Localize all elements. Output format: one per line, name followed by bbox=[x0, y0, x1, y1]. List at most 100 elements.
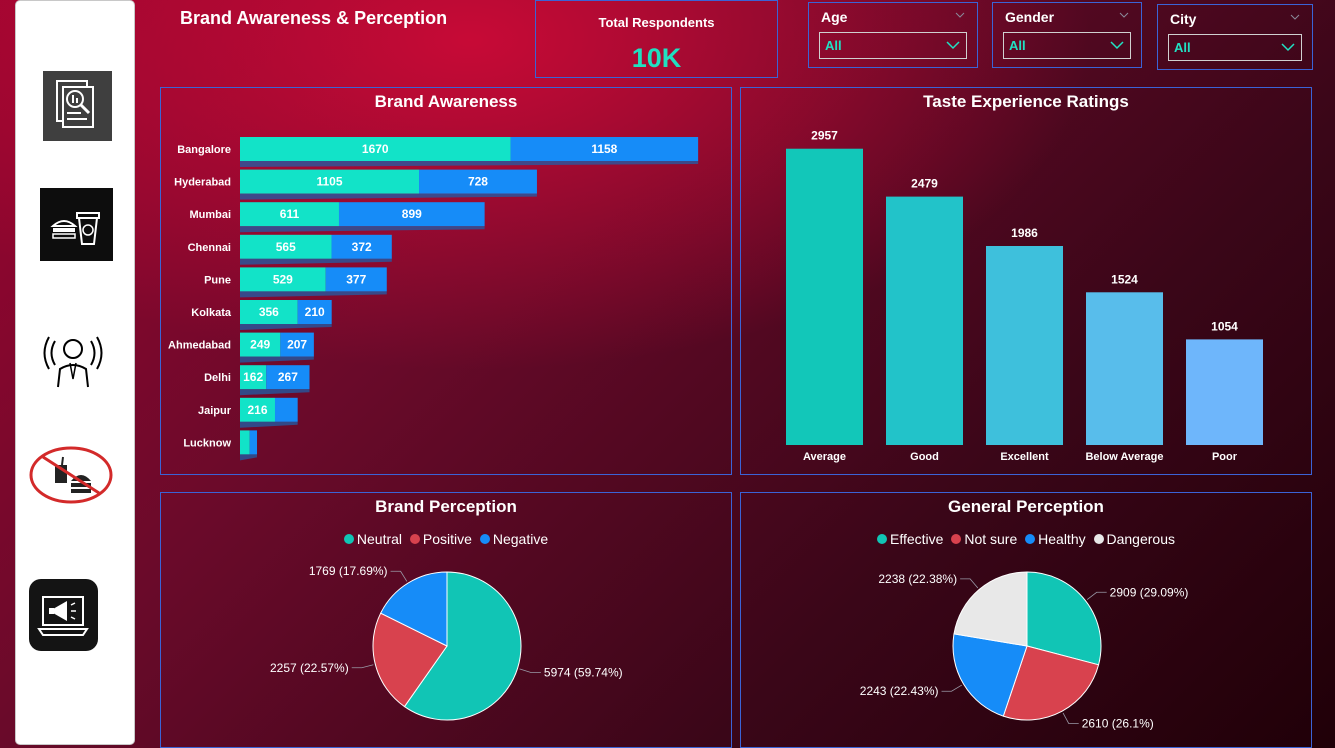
taste-ratings-chart: 2957 Average 2479 Good 1986 Excellent 1524 Belo… bbox=[786, 129, 1263, 463]
leader-line bbox=[960, 578, 979, 589]
no-fast-food-icon[interactable] bbox=[29, 445, 113, 505]
category-label: Chennai bbox=[188, 242, 231, 254]
data-label: 1769 (17.69%) bbox=[309, 564, 388, 578]
leader-line bbox=[351, 664, 374, 669]
slicer-title-city: City bbox=[1170, 11, 1197, 27]
bar-shadow bbox=[240, 324, 332, 330]
bar bbox=[240, 430, 250, 455]
category-label: Mumbai bbox=[189, 209, 231, 221]
data-label: 565 bbox=[276, 240, 296, 254]
data-label: 728 bbox=[468, 175, 488, 189]
data-label: 2610 (26.1%) bbox=[1082, 716, 1154, 730]
taste-ratings-panel: Taste Experience Ratings 2957 Average 2479… bbox=[740, 87, 1312, 475]
age-slicer: Age All bbox=[808, 2, 978, 68]
broadcast-person-icon[interactable] bbox=[38, 329, 108, 391]
bar bbox=[886, 196, 963, 445]
chevron-down-icon[interactable] bbox=[955, 10, 965, 20]
data-label: 1670 bbox=[362, 142, 389, 156]
brand-perception-panel: Brand Perception Neutral Positive Negati… bbox=[160, 492, 732, 748]
chevron-down-icon bbox=[1281, 43, 1295, 52]
leader-line bbox=[519, 668, 541, 673]
pie-slice bbox=[953, 571, 1028, 647]
data-label: 216 bbox=[247, 403, 267, 417]
bar-shadow bbox=[240, 421, 298, 428]
kpi-value: 10K bbox=[631, 43, 682, 73]
bar bbox=[274, 397, 298, 422]
general-perception-panel: General Perception Effective Not sure He… bbox=[740, 492, 1312, 748]
bar bbox=[1086, 292, 1163, 445]
data-label: 2257 (22.57%) bbox=[270, 661, 349, 675]
bar-shadow bbox=[240, 161, 699, 167]
data-label: 1986 bbox=[1011, 226, 1038, 240]
bar bbox=[986, 246, 1063, 445]
category-label: Below Average bbox=[1085, 451, 1163, 463]
gender-slicer: Gender All bbox=[992, 2, 1142, 68]
general-perception-pie: 2909 (29.09%) 2610 (26.1%) 2243 (22.43%) 22… bbox=[860, 571, 1189, 730]
kpi-card-total-respondents: Total Respondents 10K bbox=[535, 0, 778, 78]
bar-shadow bbox=[240, 226, 485, 233]
chevron-down-icon bbox=[946, 41, 960, 50]
data-label: 162 bbox=[243, 370, 263, 384]
city-dropdown[interactable]: All bbox=[1168, 34, 1302, 61]
bar-shadow bbox=[240, 356, 314, 363]
data-label: 377 bbox=[346, 272, 366, 286]
data-label: 611 bbox=[280, 207, 300, 221]
bar-shadow bbox=[240, 291, 387, 298]
data-label: 899 bbox=[402, 207, 422, 221]
category-label: Excellent bbox=[1000, 451, 1049, 463]
data-label: 529 bbox=[273, 272, 293, 286]
leader-line bbox=[390, 570, 408, 582]
city-dropdown-value: All bbox=[1174, 40, 1191, 55]
sidebar-nav bbox=[15, 0, 135, 745]
data-label: 2243 (22.43%) bbox=[860, 684, 939, 698]
brand-awareness-panel: Brand Awareness Bangalore 1670 1158 Hyderab… bbox=[160, 87, 732, 475]
slicer-title-age: Age bbox=[821, 9, 848, 25]
leader-line bbox=[1062, 712, 1079, 724]
category-label: Bangalore bbox=[177, 144, 231, 156]
data-label: 1158 bbox=[591, 142, 617, 156]
category-label: Hyderabad bbox=[174, 177, 231, 189]
bar bbox=[786, 148, 863, 445]
category-label: Poor bbox=[1212, 451, 1238, 463]
data-label: 210 bbox=[305, 305, 325, 319]
data-label: 2238 (22.38%) bbox=[878, 572, 957, 586]
data-label: 356 bbox=[259, 305, 279, 319]
data-label: 2909 (29.09%) bbox=[1110, 585, 1189, 599]
megaphone-laptop-icon[interactable] bbox=[29, 579, 98, 651]
category-label: Jaipur bbox=[198, 405, 232, 417]
city-slicer: City All bbox=[1157, 4, 1313, 70]
data-label: 5974 (59.74%) bbox=[544, 666, 623, 680]
data-label: 249 bbox=[250, 338, 270, 352]
category-label: Lucknow bbox=[183, 437, 231, 449]
bar bbox=[249, 430, 258, 455]
data-label: 2957 bbox=[811, 129, 838, 143]
bar-shadow bbox=[240, 258, 392, 265]
report-magnifier-icon[interactable] bbox=[43, 71, 112, 141]
gender-dropdown[interactable]: All bbox=[1003, 32, 1131, 59]
food-drink-icon[interactable] bbox=[40, 188, 113, 261]
category-label: Pune bbox=[204, 274, 231, 286]
bar-shadow bbox=[240, 389, 310, 396]
leader-line bbox=[941, 684, 963, 692]
kpi-label: Total Respondents bbox=[598, 15, 715, 30]
category-label: Average bbox=[803, 451, 846, 463]
chevron-down-icon[interactable] bbox=[1119, 10, 1129, 20]
age-dropdown-value: All bbox=[825, 38, 842, 53]
page-title: Brand Awareness & Perception bbox=[180, 8, 448, 28]
category-label: Delhi bbox=[204, 372, 231, 384]
category-label: Ahmedabad bbox=[168, 340, 231, 352]
chevron-down-icon[interactable] bbox=[1290, 12, 1300, 22]
slicer-title-gender: Gender bbox=[1005, 9, 1055, 25]
chevron-down-icon bbox=[1110, 41, 1124, 50]
data-label: 207 bbox=[287, 338, 307, 352]
category-label: Good bbox=[910, 451, 939, 463]
bar bbox=[1186, 339, 1263, 445]
age-dropdown[interactable]: All bbox=[819, 32, 967, 59]
data-label: 267 bbox=[278, 370, 298, 384]
bar-shadow bbox=[240, 454, 258, 461]
brand-perception-pie: 5974 (59.74%) 2257 (22.57%) 1769 (17.69%) bbox=[270, 564, 623, 721]
data-label: 1105 bbox=[316, 175, 342, 189]
data-label: 1054 bbox=[1211, 319, 1238, 333]
data-label: 2479 bbox=[911, 177, 938, 191]
data-label: 372 bbox=[352, 240, 372, 254]
